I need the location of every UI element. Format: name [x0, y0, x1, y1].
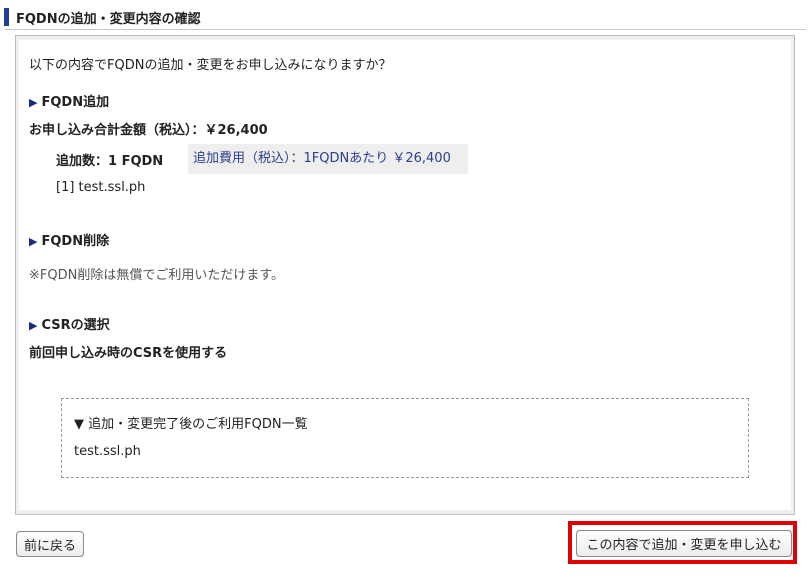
fee-per-fqdn: 追加費用（税込）：1FQDNあたり ￥26,400 — [188, 144, 468, 174]
confirm-panel: 以下の内容でFQDNの追加・変更をお申し込みになりますか？ ▶ FQDN追加 お申… — [15, 35, 795, 515]
triangle-right-icon: ▶ — [29, 319, 38, 332]
add-count: 追加数：1 FQDN — [56, 154, 164, 169]
add-section-heading: ▶ FQDN追加 — [29, 91, 109, 110]
submit-highlight-frame — [568, 521, 797, 564]
csr-section-heading: ▶ CSRの選択 — [29, 314, 110, 333]
add-section-title: FQDN追加 — [41, 95, 110, 110]
fqdn-list-heading: ▼ 追加・変更完了後のご利用FQDN一覧 — [74, 417, 308, 432]
total-amount: お申し込み合計金額（税込）：￥26,400 — [29, 123, 268, 138]
back-button[interactable]: 前に戻る — [16, 531, 84, 557]
csr-selection-value: 前回申し込み時のCSRを使用する — [29, 346, 228, 361]
page-header: FQDNの追加・変更内容の確認 — [4, 6, 201, 28]
header-accent-bar — [4, 8, 9, 26]
header-divider — [4, 29, 806, 30]
page-title: FQDNの追加・変更内容の確認 — [16, 11, 201, 27]
triangle-right-icon: ▶ — [29, 96, 38, 109]
delete-section-title: FQDN削除 — [41, 234, 110, 249]
added-fqdn-item: [1] test.ssl.ph — [56, 180, 146, 195]
fqdn-list-item: test.ssl.ph — [74, 444, 141, 459]
csr-section-title: CSRの選択 — [41, 318, 110, 333]
confirm-question: 以下の内容でFQDNの追加・変更をお申し込みになりますか？ — [29, 58, 392, 73]
triangle-right-icon: ▶ — [29, 235, 38, 248]
fqdn-list-box: ▼ 追加・変更完了後のご利用FQDN一覧 test.ssl.ph — [61, 398, 749, 478]
delete-note: ※FQDN削除は無償でご利用いただけます。 — [29, 268, 285, 283]
confirm-content: 以下の内容でFQDNの追加・変更をお申し込みになりますか？ ▶ FQDN追加 お申… — [19, 40, 791, 510]
delete-section-heading: ▶ FQDN削除 — [29, 230, 109, 249]
